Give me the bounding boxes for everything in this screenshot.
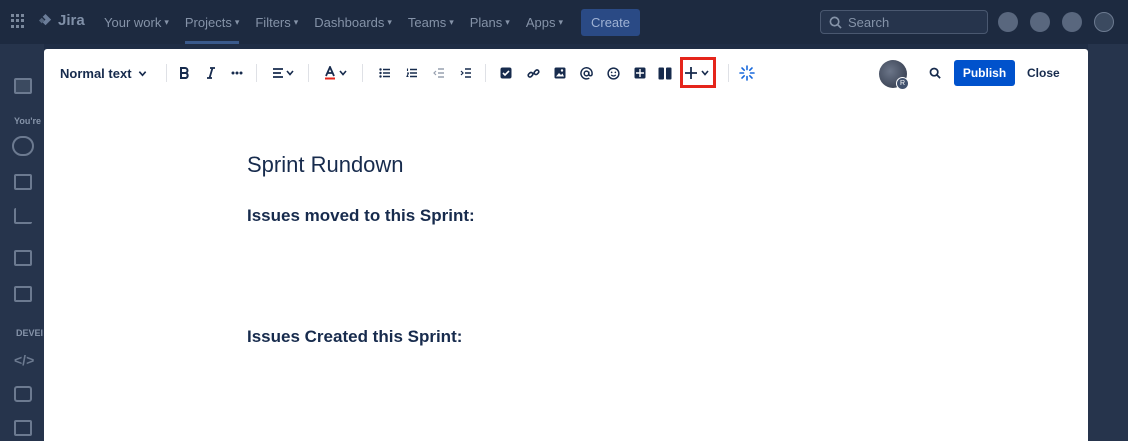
pages-icon[interactable] [14,250,32,266]
find-icon[interactable] [928,63,942,83]
project-sidebar: You're DEVEI </> [0,44,44,441]
nav-label: Projects [184,14,232,30]
toolbar-divider [166,64,167,82]
logo-text: Jira [58,12,85,29]
toolbar-divider [256,64,257,82]
nav-apps[interactable]: Apps ▾ [518,0,571,44]
indent-icon[interactable] [460,63,472,83]
bullet-list-icon[interactable] [379,63,391,83]
sidebar-pill-icon[interactable] [12,136,34,156]
jira-logo-icon [38,13,52,26]
avatar[interactable] [1094,12,1114,32]
chevron-down-icon: ▾ [387,16,392,27]
calendar-icon[interactable] [14,286,32,302]
nav-label: Dashboards [314,14,385,30]
sidebar-section-label: DEVEI [16,328,44,338]
search-icon [829,16,842,29]
chevron-down-icon: ▾ [449,16,454,27]
mention-icon[interactable] [579,63,593,83]
text-style-label: Normal text [60,65,132,81]
chevron-down-icon: ▾ [293,16,299,27]
nav-label: Your work [104,14,162,30]
toolbar-divider [362,64,363,82]
emoji-icon[interactable] [606,63,620,83]
nav-plans[interactable]: Plans ▾ [462,0,518,44]
close-button[interactable]: Close [1027,66,1060,80]
nav-dashboards[interactable]: Dashboards ▾ [306,0,400,44]
publish-button[interactable]: Publish [954,60,1015,86]
background-panel [1088,44,1128,441]
toolbar-divider [308,64,309,82]
outdent-icon[interactable] [433,63,445,83]
more-formatting-icon[interactable] [230,63,244,83]
help-icon[interactable] [1030,12,1050,32]
chevron-down-icon: ▾ [164,16,169,27]
chevron-down-icon [138,70,146,77]
numbered-list-icon[interactable] [406,63,418,83]
settings-icon[interactable] [1062,12,1082,32]
create-button[interactable]: Create [580,8,641,36]
section-heading-created[interactable]: Issues Created this Sprint: [247,327,462,347]
link-icon[interactable] [527,63,540,83]
notifications-icon[interactable] [998,12,1018,32]
toolbar-divider [485,64,486,82]
chevron-down-icon: ▾ [234,16,240,27]
top-navigation: Jira Your work ▾ Projects ▾ Filters ▾ Dashb… [0,0,1128,44]
code-icon[interactable]: </> [14,352,34,368]
editor-toolbar: Normal text R Publish Close [44,49,1088,97]
board-icon[interactable] [14,174,32,190]
nav-items: Your work ▾ Projects ▾ Filters ▾ Dashboards… [96,0,641,44]
chevron-down-icon: ▾ [558,16,563,27]
image-icon[interactable] [554,63,566,83]
nav-label: Apps [525,14,556,30]
search-input[interactable]: Search [820,10,988,34]
project-avatar-icon[interactable] [14,78,32,94]
nav-label: Teams [407,14,447,30]
layouts-icon[interactable] [657,63,672,83]
table-icon[interactable] [633,63,646,83]
italic-icon[interactable] [205,63,217,83]
nav-label: Plans [469,14,503,30]
app-switcher-icon[interactable] [11,14,25,28]
avatar[interactable]: R [879,60,909,90]
alignment-icon[interactable] [271,63,297,83]
toolbar-divider [728,64,729,82]
lock-icon[interactable] [14,386,32,402]
text-color-icon[interactable] [324,63,350,83]
deploy-icon[interactable] [14,420,32,436]
nav-your-work[interactable]: Your work ▾ [96,0,177,44]
reports-icon[interactable] [14,208,32,224]
nav-filters[interactable]: Filters ▾ [247,0,306,44]
nav-teams[interactable]: Teams ▾ [400,0,462,44]
avatar-badge: R [896,77,909,90]
insert-button-highlight [680,57,716,88]
search-placeholder: Search [848,14,890,30]
section-heading-moved[interactable]: Issues moved to this Sprint: [247,206,475,226]
page-editor-modal: Normal text R Publish Close Sprint Rundo… [44,49,1088,441]
top-right-icons [998,12,1114,32]
action-item-icon[interactable] [500,63,512,83]
text-style-dropdown[interactable]: Normal text [60,63,147,83]
ai-sparkle-icon[interactable] [739,63,755,83]
page-title[interactable]: Sprint Rundown [247,152,404,178]
nav-label: Filters [255,14,291,30]
bold-icon[interactable] [178,63,190,83]
nav-projects[interactable]: Projects ▾ [177,0,248,44]
jira-logo[interactable]: Jira [38,12,85,29]
sidebar-partial-text: You're [14,116,41,126]
chevron-down-icon: ▾ [505,16,510,27]
